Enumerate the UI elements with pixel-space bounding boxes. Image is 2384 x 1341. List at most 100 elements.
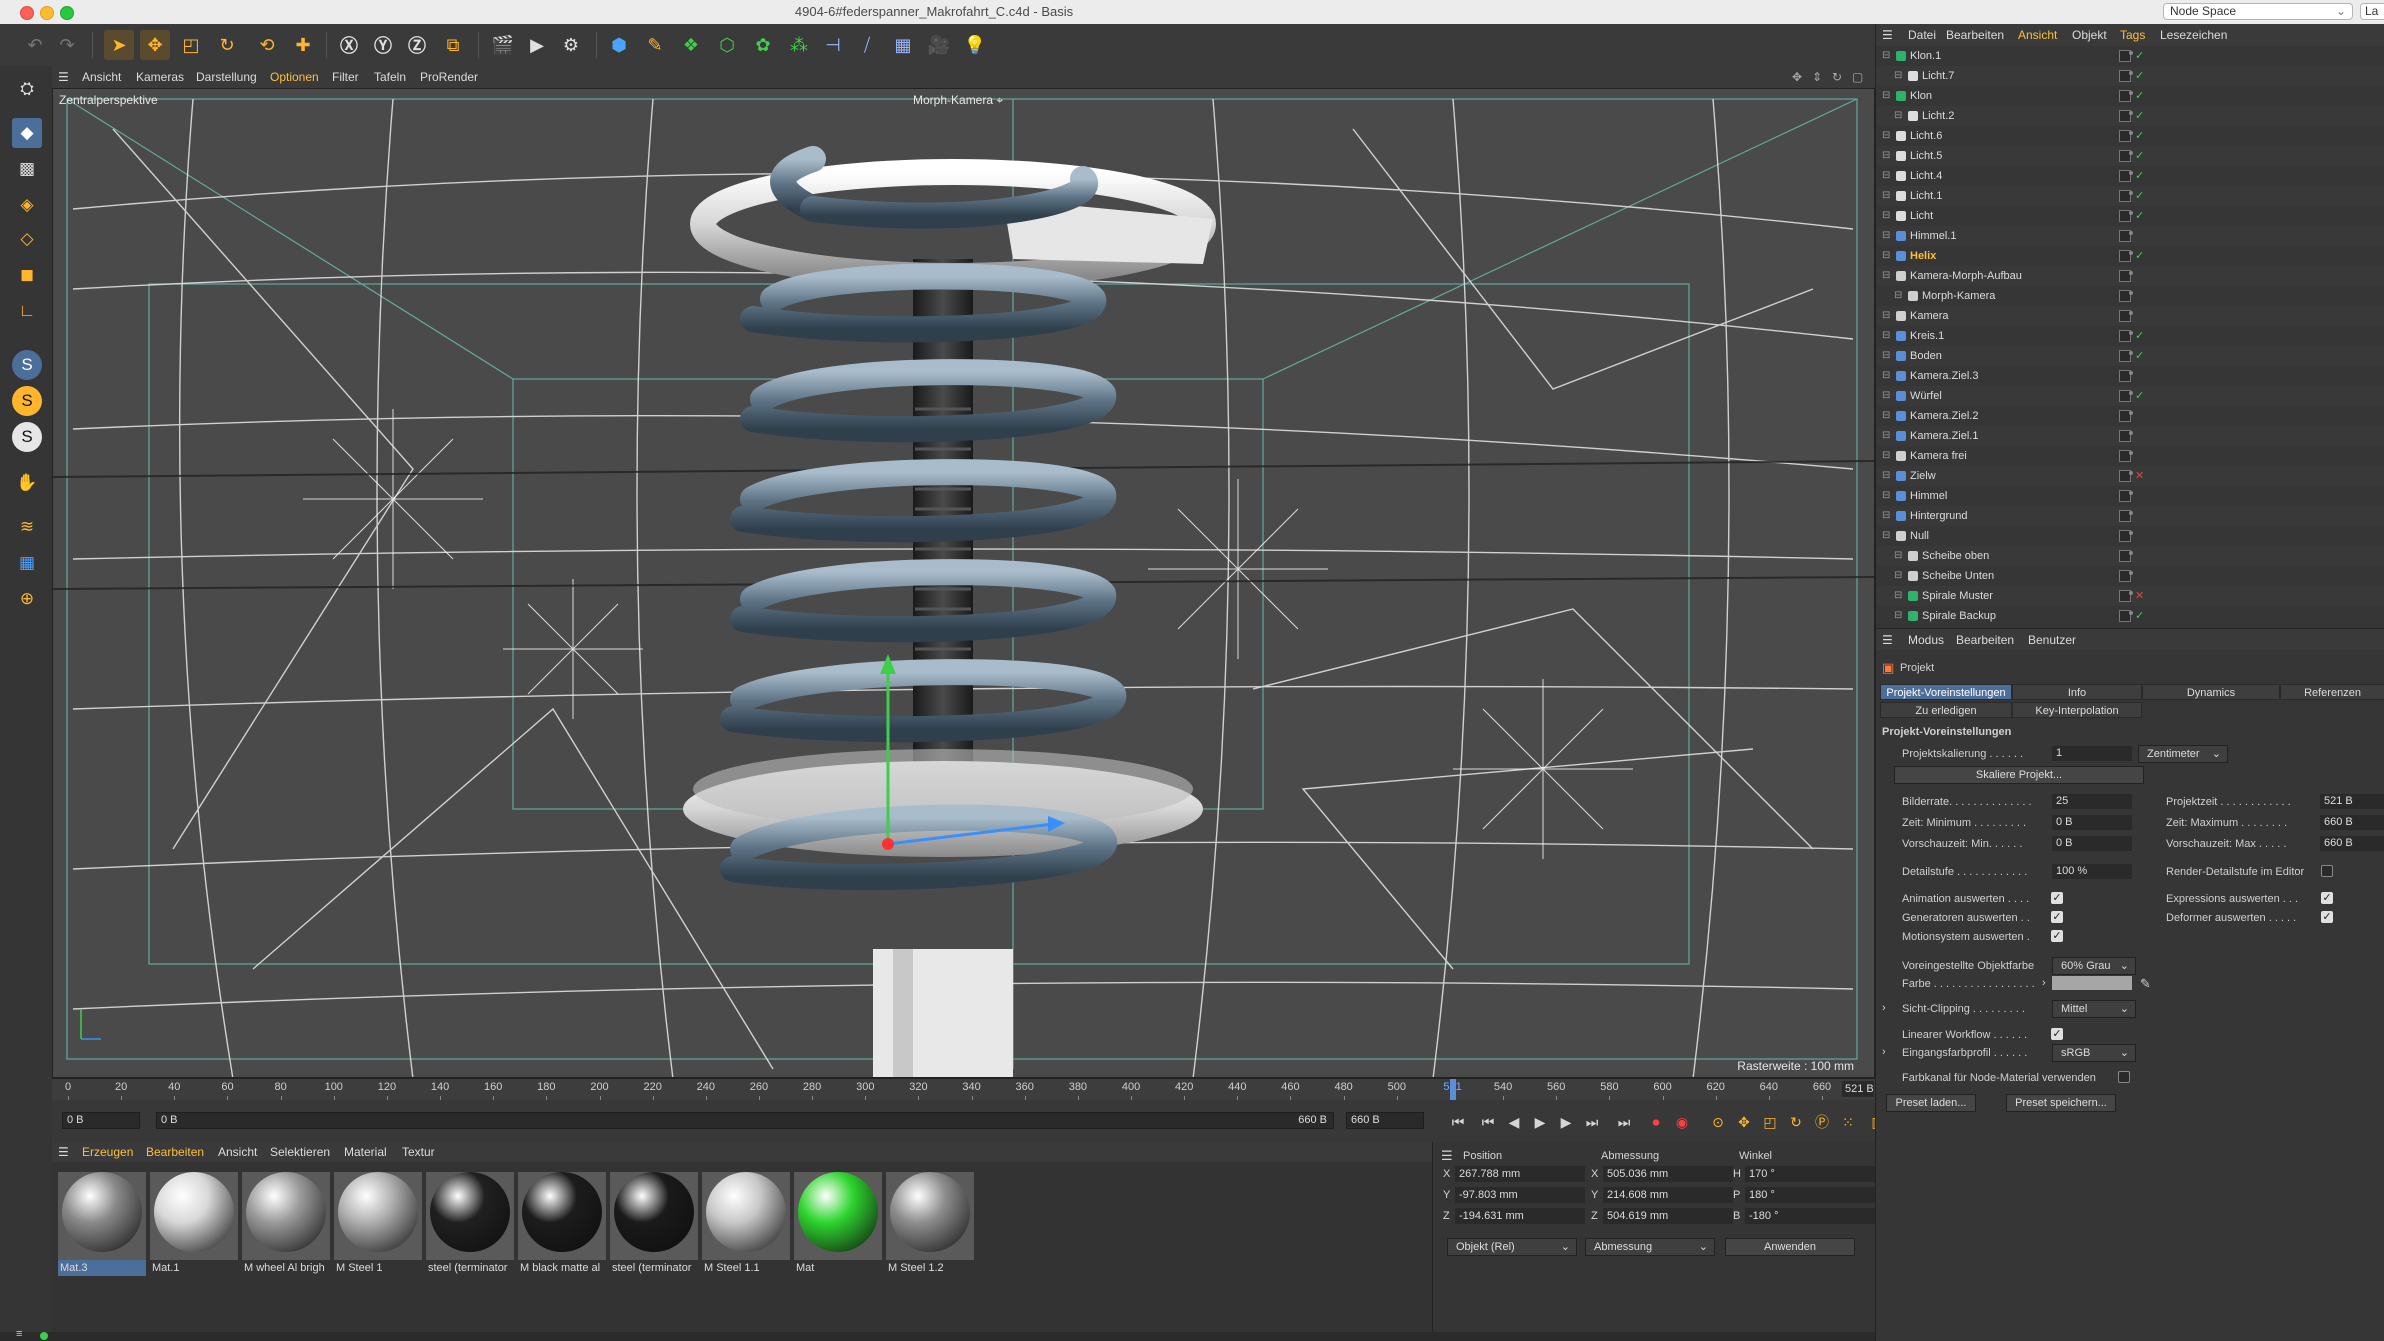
tab-zu-erledigen[interactable]: Zu erledigen bbox=[1880, 702, 2012, 718]
rotation-field[interactable]: 180 ° bbox=[1745, 1187, 1875, 1203]
attribute-menu-icon[interactable]: ☰ bbox=[1882, 633, 1893, 647]
array-generator-icon[interactable]: ⬡ bbox=[712, 30, 742, 60]
skaliere-projekt-button[interactable]: Skaliere Projekt... bbox=[1894, 766, 2144, 784]
object-name[interactable]: Kamera.Ziel.1 bbox=[1910, 426, 1978, 446]
play-icon[interactable]: ▶ bbox=[1529, 1111, 1551, 1133]
visibility-dot-icon[interactable] bbox=[2129, 211, 2133, 215]
point-mode-icon[interactable]: ◈ bbox=[12, 190, 42, 220]
polygon-mode-icon[interactable]: ◼ bbox=[12, 260, 42, 290]
expand-toggle-icon[interactable]: ⊟ bbox=[1882, 506, 1890, 526]
enabled-check-icon[interactable]: ✓ bbox=[2135, 346, 2144, 366]
object-row[interactable]: ⊟ Licht ✓ bbox=[1876, 206, 2384, 226]
apply-button[interactable]: Anwenden bbox=[1725, 1238, 1855, 1256]
expand-toggle-icon[interactable]: ⊟ bbox=[1882, 526, 1890, 546]
object-row[interactable]: ⊟ Licht.2 ✓ bbox=[1876, 106, 2384, 126]
visibility-dot-icon[interactable] bbox=[2129, 231, 2133, 235]
expand-toggle-icon[interactable]: ⊟ bbox=[1882, 346, 1890, 366]
size-field[interactable]: 505.036 mm bbox=[1603, 1166, 1733, 1182]
generatoren-auswerten-checkbox[interactable]: ✓ bbox=[2051, 911, 2063, 923]
enabled-check-icon[interactable]: ✓ bbox=[2135, 386, 2144, 406]
expand-arrow-icon[interactable]: › bbox=[1882, 1002, 1886, 1014]
enabled-check-icon[interactable]: ✓ bbox=[2135, 46, 2144, 66]
projektzeit-field[interactable]: 521 B bbox=[2320, 794, 2384, 809]
add-object-icon[interactable]: ✚ bbox=[288, 30, 318, 60]
object-name[interactable]: Null bbox=[1910, 526, 1929, 546]
layout-extra-dropdown[interactable]: La bbox=[2360, 3, 2384, 20]
object-name[interactable]: Klon bbox=[1910, 86, 1932, 106]
eyedropper-icon[interactable]: ✎ bbox=[2140, 976, 2151, 992]
expand-toggle-icon[interactable]: ⊟ bbox=[1882, 226, 1890, 246]
snap-enable-icon[interactable]: S bbox=[12, 350, 42, 380]
object-row[interactable]: ⊟ Kamera.Ziel.1 bbox=[1876, 426, 2384, 446]
visibility-dot-icon[interactable] bbox=[2129, 551, 2133, 555]
object-row[interactable]: ⊟ Himmel.1 bbox=[1876, 226, 2384, 246]
object-name[interactable]: Hintergrund bbox=[1910, 506, 1967, 526]
object-menu-ansicht[interactable]: Ansicht bbox=[2018, 28, 2057, 42]
workplane-grid-icon[interactable]: ▦ bbox=[12, 548, 42, 578]
floor-environment-icon[interactable]: ▦ bbox=[888, 30, 918, 60]
visibility-dot-icon[interactable] bbox=[2129, 571, 2133, 575]
object-name[interactable]: Scheibe oben bbox=[1922, 546, 1989, 566]
enabled-check-icon[interactable]: ✓ bbox=[2135, 66, 2144, 86]
material-menu-icon[interactable]: ☰ bbox=[58, 1145, 69, 1159]
keyframe-selection-icon[interactable]: ⊙ bbox=[1707, 1111, 1729, 1133]
object-row[interactable]: ⊟ Kamera-Morph-Aufbau bbox=[1876, 266, 2384, 286]
object-name[interactable]: Kamera bbox=[1910, 306, 1949, 326]
object-name[interactable]: Licht.7 bbox=[1922, 66, 1954, 86]
model-mode-icon[interactable]: ◆ bbox=[12, 118, 42, 148]
enabled-check-icon[interactable]: ✓ bbox=[2135, 86, 2144, 106]
object-name[interactable]: Klon.1 bbox=[1910, 46, 1941, 66]
start-frame-field[interactable]: 0 B bbox=[62, 1112, 140, 1129]
object-row[interactable]: ⊟ Zielw ✕ bbox=[1876, 466, 2384, 486]
timeline-ruler[interactable]: 0 20 40 60 80 100 120 140 160 180 200 220 240 260 280 3… bbox=[52, 1078, 1875, 1101]
material-menu-selektieren[interactable]: Selektieren bbox=[270, 1145, 330, 1159]
mograph-cloner-icon[interactable]: ✿ bbox=[748, 30, 778, 60]
rotation-field[interactable]: 170 ° bbox=[1745, 1166, 1875, 1182]
attribute-menu-bearbeiten[interactable]: Bearbeiten bbox=[1956, 633, 2014, 647]
position-field[interactable]: 267.788 mm bbox=[1455, 1166, 1585, 1182]
z-axis-lock-icon[interactable]: Ⓩ bbox=[402, 30, 432, 60]
object-name[interactable]: Kreis.1 bbox=[1910, 326, 1944, 346]
visibility-dot-icon[interactable] bbox=[2129, 611, 2133, 615]
active-camera-label[interactable]: Morph-Kamera ⌖ bbox=[913, 93, 1003, 108]
viewport-rotate-icon[interactable]: ↻ bbox=[1832, 70, 1842, 84]
object-row[interactable]: ⊟ Licht.5 ✓ bbox=[1876, 146, 2384, 166]
object-name[interactable]: Licht.4 bbox=[1910, 166, 1942, 186]
scale-tool-icon[interactable]: ◰ bbox=[176, 30, 206, 60]
expand-toggle-icon[interactable]: ⊟ bbox=[1882, 306, 1890, 326]
sicht-clipping-dropdown[interactable]: Mittel ⌄ bbox=[2052, 1000, 2136, 1018]
key-rotation-icon[interactable]: ↻ bbox=[1785, 1111, 1807, 1133]
material-menu-material[interactable]: Material bbox=[344, 1145, 387, 1159]
object-row[interactable]: ⊟ Kamera.Ziel.3 bbox=[1876, 366, 2384, 386]
expand-toggle-icon[interactable]: ⊟ bbox=[1882, 466, 1890, 486]
object-row[interactable]: ⊟ Helix ✓ bbox=[1876, 246, 2384, 266]
projektskalierung-unit-dropdown[interactable]: Zentimeter ⌄ bbox=[2138, 745, 2228, 763]
object-name[interactable]: Kamera.Ziel.3 bbox=[1910, 366, 1978, 386]
material-menu-ansicht[interactable]: Ansicht bbox=[218, 1145, 257, 1159]
visibility-dot-icon[interactable] bbox=[2129, 431, 2133, 435]
material-item[interactable]: Mat bbox=[794, 1168, 882, 1274]
next-frame-icon[interactable]: ▶ bbox=[1555, 1111, 1577, 1133]
projektskalierung-field[interactable]: 1 bbox=[2052, 746, 2132, 761]
visibility-dot-icon[interactable] bbox=[2129, 151, 2133, 155]
expand-toggle-icon[interactable]: ⊟ bbox=[1882, 166, 1890, 186]
snap-settings-icon[interactable]: S bbox=[12, 386, 42, 416]
visibility-dot-icon[interactable] bbox=[2129, 471, 2133, 475]
expand-toggle-icon[interactable]: ⊟ bbox=[1882, 326, 1890, 346]
viewport-menu-optionen[interactable]: Optionen bbox=[270, 70, 319, 84]
visibility-dot-icon[interactable] bbox=[2129, 111, 2133, 115]
linearer-workflow-checkbox[interactable]: ✓ bbox=[2051, 1028, 2063, 1040]
workplane-icon[interactable]: ≋ bbox=[12, 512, 42, 542]
viewport-menu-prorender[interactable]: ProRender bbox=[420, 70, 478, 84]
visibility-dot-icon[interactable] bbox=[2129, 71, 2133, 75]
expand-toggle-icon[interactable]: ⊟ bbox=[1882, 446, 1890, 466]
enabled-check-icon[interactable]: ✓ bbox=[2135, 206, 2144, 226]
record-keys-icon[interactable]: ⏺ bbox=[1645, 1111, 1667, 1133]
visibility-dot-icon[interactable] bbox=[2129, 91, 2133, 95]
objektfarbe-dropdown[interactable]: 60% Grau ⌄ bbox=[2052, 957, 2136, 975]
enabled-check-icon[interactable]: ✓ bbox=[2135, 166, 2144, 186]
material-item[interactable]: M Steel 1.2 bbox=[886, 1168, 974, 1274]
position-field[interactable]: -194.631 mm bbox=[1455, 1208, 1585, 1224]
auto-keying-icon[interactable]: ◉ bbox=[1671, 1111, 1693, 1133]
expand-toggle-icon[interactable]: ⊟ bbox=[1882, 406, 1890, 426]
